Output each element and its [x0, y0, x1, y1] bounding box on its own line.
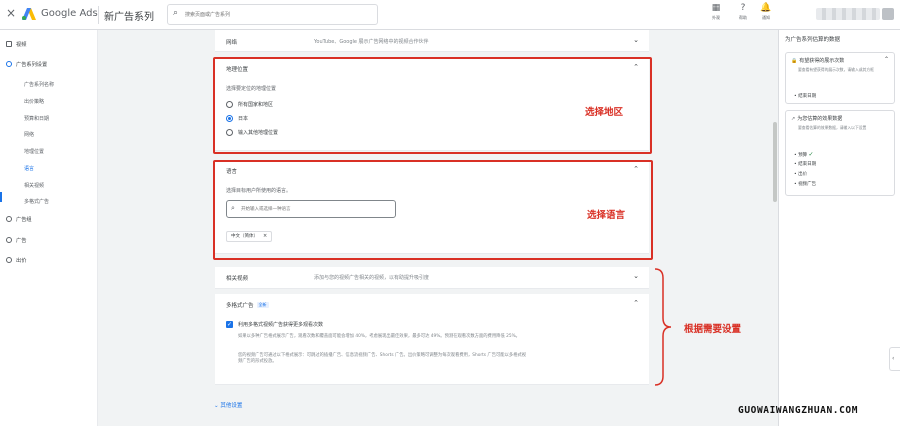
account-info-blurred[interactable]: [816, 8, 880, 20]
top-bar: × Google Ads 新广告系列 ⌕ ▦ 外观 ? 帮助 🔔 通知: [0, 0, 900, 30]
chevron-up-icon[interactable]: ⌃: [633, 299, 639, 307]
nav-item-ads[interactable]: 广告: [6, 237, 26, 244]
section-summary: 添加与您的视频广告相关的视频，以有助提升吸引度: [314, 275, 430, 281]
annotation-label-language: 选择语言: [587, 210, 626, 221]
nav-label: 广告系列设置: [16, 62, 48, 68]
impressions-box: 🔒 有望获得的展示次数 ⌃ 要查看有望获得的展示次数，请输入或其方框 • 结束日期: [785, 52, 895, 104]
step-circle-icon: [6, 237, 12, 243]
bullet-text: 结束日期: [798, 94, 817, 99]
watermark: GUOWAIWANGZHUAN.COM: [738, 405, 859, 416]
bell-icon: 🔔: [760, 3, 772, 13]
appearance-button[interactable]: ▦ 外观: [704, 3, 728, 21]
chevron-down-icon[interactable]: ⌄: [633, 36, 639, 44]
page-title: 新广告系列: [104, 12, 154, 23]
section-summary: YouTube、Google 展示广告网络中的视频合作伙伴: [314, 39, 429, 45]
bullet-text: 结束日期: [798, 162, 817, 167]
help-button[interactable]: ? 帮助: [731, 3, 755, 21]
search-box[interactable]: ⌕: [167, 4, 378, 25]
panel-title: 为广告系列估算的数据: [785, 37, 841, 43]
bullet-text: 视频广告: [798, 182, 817, 187]
box-title-text: 有望获得的展示次数: [799, 58, 845, 64]
nav-label: 广告: [16, 238, 27, 244]
box-title: ↗ 为您估算的效果数据: [791, 115, 842, 122]
multiformat-checkbox[interactable]: ✓: [226, 321, 233, 328]
google-ads-logo-icon: [22, 8, 36, 20]
box-title-text: 为您估算的效果数据: [797, 116, 843, 122]
annotation-brace: [654, 268, 672, 386]
nav-sub-network[interactable]: 网络: [24, 131, 34, 138]
related-videos-section[interactable]: 相关视频 添加与您的视频广告相关的视频，以有助提升吸引度 ⌄: [215, 267, 649, 289]
section-title: 网络: [226, 40, 238, 46]
annotation-label-location: 选择地区: [585, 107, 624, 118]
help-icon: ?: [740, 3, 746, 13]
nav-sub-bidding[interactable]: 出价策略: [24, 98, 44, 105]
network-section[interactable]: 网络 YouTube、Google 展示广告网络中的视频合作伙伴 ⌄: [215, 30, 649, 52]
box-description: 要查看有望获得的展示次数，请输入或其方框: [798, 67, 874, 72]
close-icon[interactable]: ×: [6, 6, 16, 20]
list-item: • 结束日期: [794, 94, 817, 99]
new-badge: 全新: [256, 302, 269, 308]
scroll-thumb[interactable]: [773, 122, 777, 202]
step-circle-icon: [6, 61, 12, 67]
nav-label: 出价: [16, 258, 27, 264]
bullet-text: 出价: [798, 172, 808, 177]
step-circle-icon: [6, 216, 12, 222]
chevron-down-icon[interactable]: ⌄: [633, 272, 639, 280]
list-item: • 出价: [794, 172, 808, 177]
list-item: • 预算 ✓: [794, 151, 814, 158]
feedback-icon: ‹: [892, 355, 895, 362]
help-label: 帮助: [739, 15, 747, 20]
multiformat-section: 多格式广告 全新 ⌃ ✓ 利用多格式视频广告获得更多观看次数 如果以多种广告格式展…: [215, 294, 649, 385]
multiformat-formats-info: 您的视频广告可通过以下格式展示：可跳过的插播广告、信息流视频广告、Shorts …: [238, 353, 527, 364]
box-title: 🔒 有望获得的展示次数: [791, 57, 844, 64]
nav-sub-multiformat[interactable]: 多格式广告: [24, 198, 49, 205]
annotation-label-multiformat: 根据需要设置: [684, 324, 742, 335]
nav-sub-campaign-name[interactable]: 广告系列名称: [24, 81, 54, 88]
nav-label: 视频: [16, 42, 27, 48]
nav-item-video[interactable]: 视频: [6, 41, 26, 48]
nav-item-campaign-settings[interactable]: 广告系列设置: [6, 61, 47, 68]
bullet-text: 预算: [798, 153, 808, 158]
other-settings-link[interactable]: ⌄ 其他设置: [214, 401, 242, 409]
notifications-button[interactable]: 🔔 通知: [754, 3, 778, 21]
notifications-label: 通知: [762, 15, 770, 20]
multiformat-description: 如果以多种广告格式展示广告，观看次数和覆盖面可能会增加 40%，考虑展现出最佳效…: [238, 334, 520, 339]
box-description: 要查看估算的效果数据，请输入以下设置: [798, 125, 867, 130]
estimates-panel: 为广告系列估算的数据 🔒 有望获得的展示次数 ⌃ 要查看有望获得的展示次数，请输入…: [778, 30, 900, 426]
section-title: 相关视频: [226, 276, 249, 282]
chevron-up-icon[interactable]: ⌃: [884, 56, 889, 63]
nav-sub-location[interactable]: 地理位置: [24, 148, 44, 155]
nav-sub-language[interactable]: 语言: [24, 165, 34, 172]
performance-box: ↗ 为您估算的效果数据 要查看估算的效果数据，请输入以下设置 • 预算 ✓ • 结…: [785, 110, 895, 196]
left-nav: 视频 广告系列设置 广告系列名称 出价策略 预算和日期 网络 地理位置 语言 相…: [0, 30, 98, 426]
check-icon: ✓: [808, 151, 814, 158]
section-title-text: 多格式广告: [226, 303, 254, 309]
appearance-label: 外观: [712, 15, 720, 20]
brand-name: Google Ads: [41, 8, 98, 19]
search-icon: ⌕: [173, 8, 179, 18]
trend-icon: ↗: [791, 116, 796, 122]
active-indicator: [0, 192, 2, 202]
checkbox-label: 利用多格式视频广告获得更多观看次数: [238, 322, 324, 328]
video-icon: [6, 41, 12, 47]
avatar[interactable]: [882, 8, 894, 20]
nav-sub-related-videos[interactable]: 相关视频: [24, 182, 44, 189]
divider: [98, 6, 99, 24]
nav-item-bid[interactable]: 出价: [6, 257, 26, 264]
chart-report-icon: ▦: [711, 3, 721, 13]
lock-icon: 🔒: [791, 58, 798, 64]
step-circle-icon: [6, 257, 12, 263]
list-item: • 结束日期: [794, 162, 817, 167]
list-item: • 视频广告: [794, 182, 817, 187]
nav-label: 广告组: [16, 217, 32, 223]
nav-sub-budget-dates[interactable]: 预算和日期: [24, 115, 49, 122]
section-title: 多格式广告 全新: [226, 301, 269, 309]
search-input[interactable]: [185, 8, 370, 21]
nav-item-ad-group[interactable]: 广告组: [6, 216, 32, 223]
feedback-tab[interactable]: ‹: [889, 347, 900, 371]
